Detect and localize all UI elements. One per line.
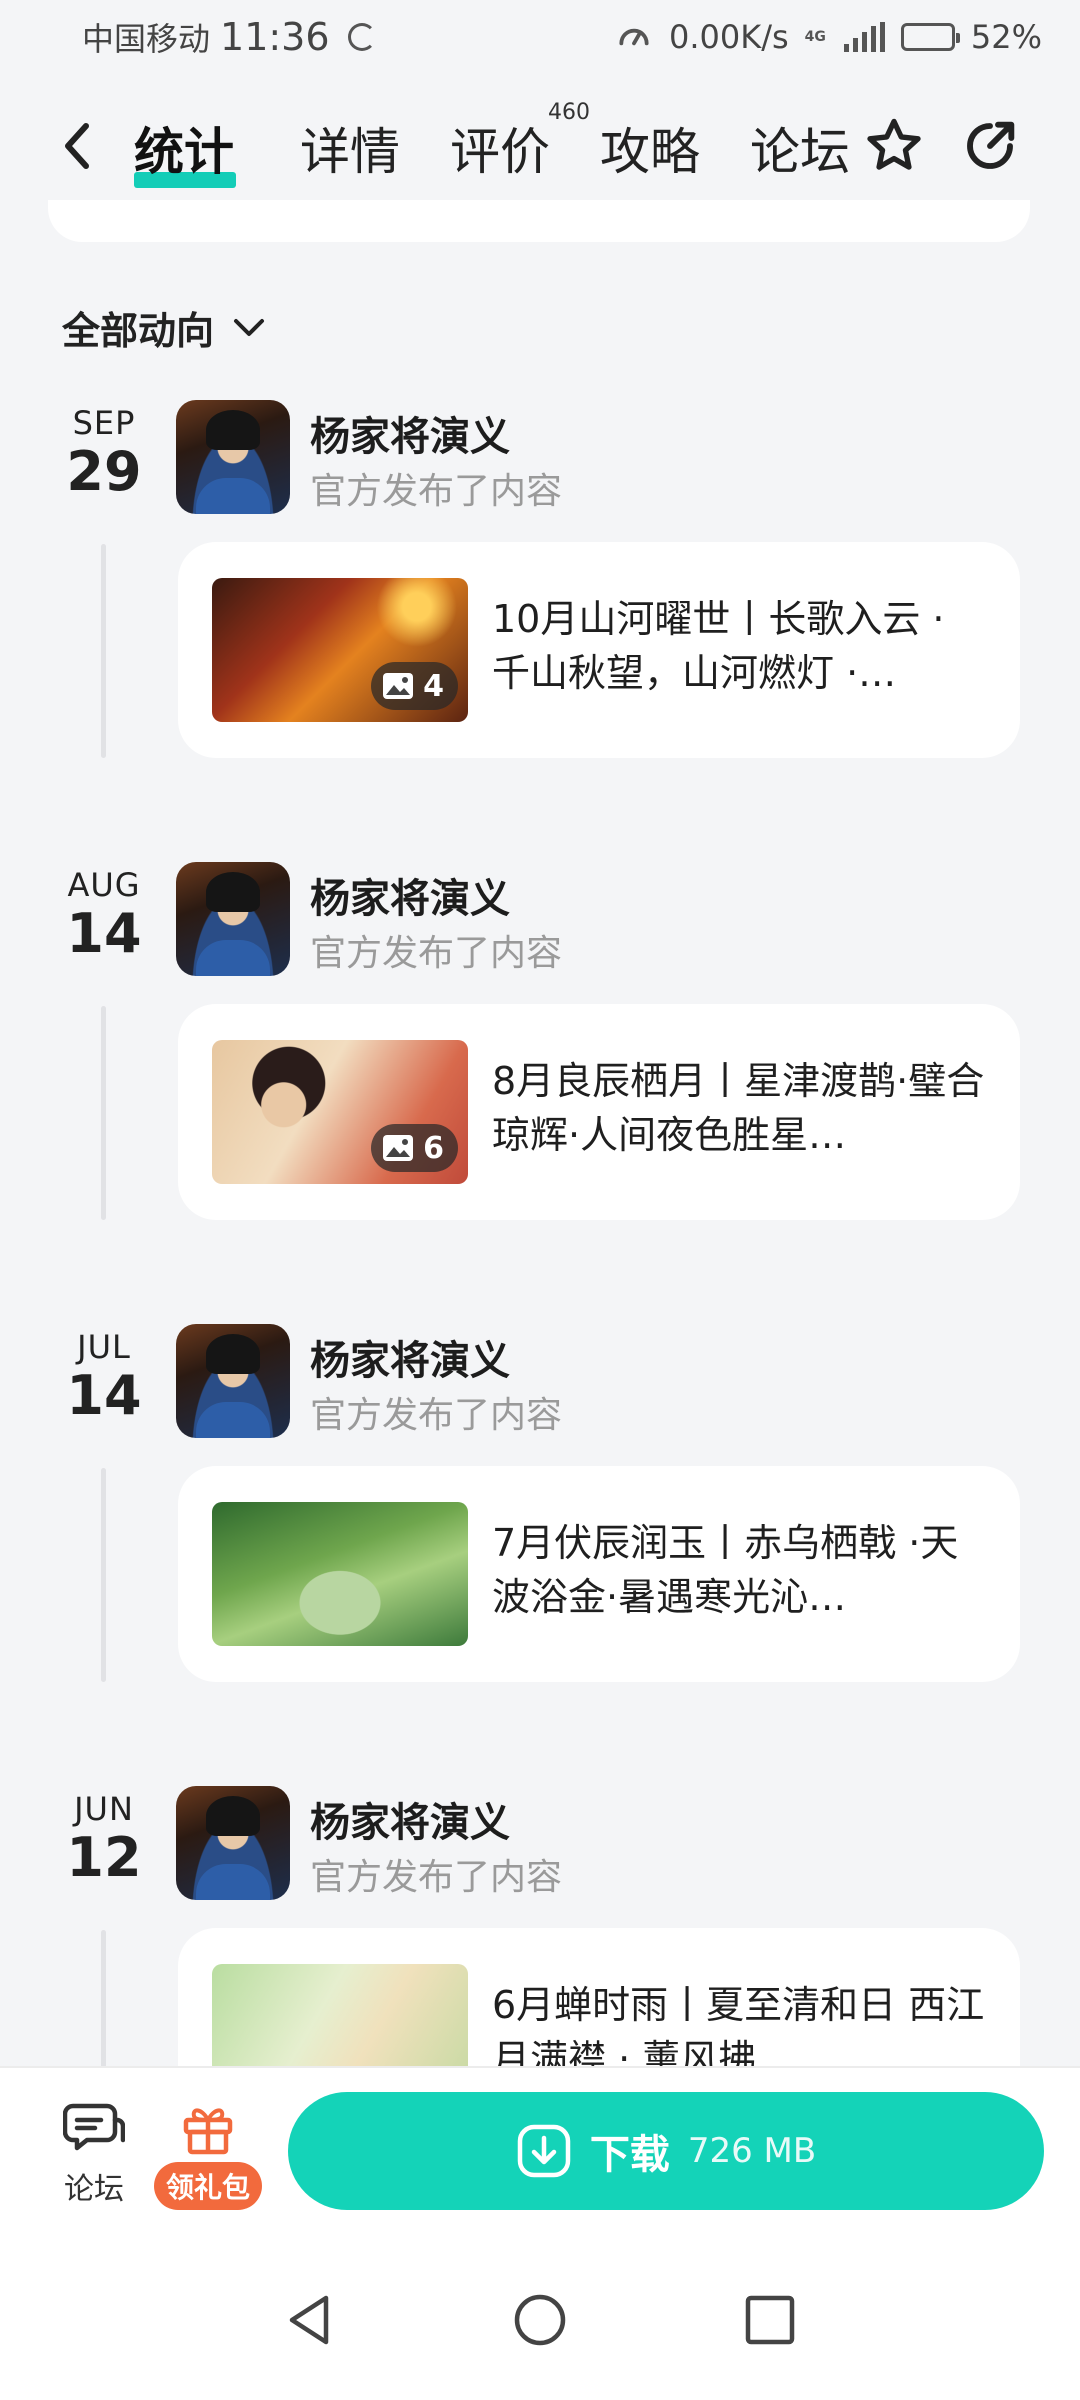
- tab-guides[interactable]: 攻略: [600, 112, 700, 184]
- top-nav: 统计 详情 评价 460 攻略 论坛: [0, 90, 1080, 200]
- post-thumbnail: 4: [212, 578, 468, 722]
- timeline-entry: AUG 14 杨家将演义 官方发布了内容 6 8月良辰栖月丨星津渡鹊·璧合琼辉·…: [0, 862, 1080, 1324]
- post-thumbnail: [212, 1964, 468, 2066]
- system-recents-icon[interactable]: [740, 2290, 800, 2350]
- loading-icon: [347, 23, 376, 51]
- avatar[interactable]: [176, 1786, 290, 1900]
- post-card[interactable]: 7月伏辰润玉丨赤乌栖戟 ·天波浴金·暑遇寒光沁…: [178, 1466, 1020, 1682]
- post-title: 10月山河曜世丨长歌入云 · 千山秋望，山河燃灯 ·…: [492, 597, 945, 695]
- gift-label: 领礼包: [153, 2162, 262, 2210]
- speedometer-icon: [619, 28, 649, 46]
- network-type: 4G: [804, 29, 826, 45]
- entry-day: 12: [66, 1826, 142, 1889]
- carrier-name: 中国移动: [82, 20, 211, 58]
- gift-icon: [183, 2108, 233, 2155]
- timeline-connector: [101, 1930, 106, 2066]
- system-navigation-bar: [0, 2242, 1080, 2400]
- image-count-badge: 6: [371, 1124, 458, 1172]
- author-name[interactable]: 杨家将演义: [310, 1790, 510, 1848]
- tab-label: 统计: [134, 123, 234, 181]
- tab-details[interactable]: 详情: [300, 112, 400, 184]
- image-count: 4: [423, 668, 444, 704]
- review-count-badge: 460: [548, 100, 590, 125]
- avatar[interactable]: [176, 862, 290, 976]
- author-action: 官方发布了内容: [310, 933, 563, 974]
- forum-label: 论坛: [64, 2172, 124, 2207]
- tab-stats[interactable]: 统计: [134, 112, 236, 188]
- filter-label: 全部动向: [62, 309, 215, 353]
- tab-forum[interactable]: 论坛: [750, 112, 850, 184]
- star-icon[interactable]: [862, 114, 926, 178]
- download-button[interactable]: 下载 726 MB: [288, 2092, 1044, 2210]
- timeline-connector: [101, 1468, 106, 1682]
- download-label: 下载: [589, 2132, 670, 2178]
- author-action: 官方发布了内容: [310, 1395, 563, 1436]
- timeline-connector: [101, 1006, 106, 1220]
- activity-filter-dropdown[interactable]: 全部动向: [62, 300, 266, 355]
- image-icon: [383, 1135, 414, 1161]
- author-name[interactable]: 杨家将演义: [310, 404, 510, 462]
- post-card[interactable]: 6月蝉时雨丨夏至清和日 西江月满襟 · 薰风拂…: [178, 1928, 1020, 2066]
- chevron-down-icon: [234, 318, 265, 336]
- entry-day: 14: [66, 1364, 142, 1427]
- avatar[interactable]: [176, 400, 290, 514]
- post-card[interactable]: 4 10月山河曜世丨长歌入云 · 千山秋望，山河燃灯 ·…: [178, 542, 1020, 758]
- battery-level: 52%: [970, 18, 1042, 56]
- author-action: 官方发布了内容: [310, 471, 563, 512]
- status-time: 11:36: [220, 15, 330, 59]
- bottom-action-bar: 论坛 领礼包 下载 726 MB: [0, 2066, 1080, 2242]
- author-name[interactable]: 杨家将演义: [310, 866, 510, 924]
- net-speed: 0.00K/s: [668, 18, 789, 56]
- author-name[interactable]: 杨家将演义: [310, 1328, 510, 1386]
- battery-icon: [900, 23, 960, 51]
- system-home-icon[interactable]: [510, 2290, 570, 2350]
- entry-month: JUL: [77, 1328, 131, 1366]
- entry-day: 29: [66, 440, 142, 503]
- signal-icon: [843, 22, 885, 52]
- entry-month: SEP: [72, 404, 136, 442]
- post-thumbnail: 6: [212, 1040, 468, 1184]
- image-icon: [383, 673, 414, 699]
- tab-label: 论坛: [750, 123, 850, 181]
- download-size: 726 MB: [687, 2131, 817, 2171]
- avatar[interactable]: [176, 1324, 290, 1438]
- system-back-icon[interactable]: [280, 2290, 340, 2350]
- content-scroll-area[interactable]: 全部动向 SEP 29 杨家将演义 官方发布了内容 4 10月山河曜世丨长歌入云…: [0, 200, 1080, 2066]
- timeline-connector: [101, 544, 106, 758]
- gift-pack-button[interactable]: 领礼包: [150, 2100, 266, 2210]
- post-title: 8月良辰栖月丨星津渡鹊·璧合琼辉·人间夜色胜星…: [492, 1059, 985, 1157]
- tab-label: 详情: [300, 123, 400, 181]
- tab-label: 评价: [450, 123, 550, 181]
- post-thumbnail: [212, 1502, 468, 1646]
- entry-day: 14: [66, 902, 142, 965]
- post-card[interactable]: 6 8月良辰栖月丨星津渡鹊·璧合琼辉·人间夜色胜星…: [178, 1004, 1020, 1220]
- back-arrow-icon[interactable]: [62, 122, 92, 170]
- timeline-entry: JUN 12 杨家将演义 官方发布了内容 6月蝉时雨丨夏至清和日 西江月满襟 ·…: [0, 1786, 1080, 2066]
- post-title: 7月伏辰润玉丨赤乌栖戟 ·天波浴金·暑遇寒光沁…: [492, 1521, 959, 1619]
- entry-month: AUG: [67, 866, 141, 904]
- author-action: 官方发布了内容: [310, 1857, 563, 1898]
- tab-reviews[interactable]: 评价 460: [450, 100, 590, 184]
- download-icon: [517, 2124, 571, 2178]
- share-icon[interactable]: [958, 114, 1022, 178]
- forum-button[interactable]: 论坛: [56, 2100, 132, 2208]
- image-count: 6: [423, 1130, 444, 1166]
- image-count-badge: 4: [371, 662, 458, 710]
- previous-card: [48, 200, 1030, 242]
- post-title: 6月蝉时雨丨夏至清和日 西江月满襟 · 薰风拂…: [492, 1983, 985, 2066]
- status-bar: 中国移动 11:36 0.00K/s 4G 52%: [0, 0, 1080, 74]
- tab-label: 攻略: [600, 123, 700, 181]
- timeline-entry: SEP 29 杨家将演义 官方发布了内容 4 10月山河曜世丨长歌入云 · 千山…: [0, 400, 1080, 862]
- entry-month: JUN: [74, 1790, 134, 1828]
- timeline-entry: JUL 14 杨家将演义 官方发布了内容 7月伏辰润玉丨赤乌栖戟 ·天波浴金·暑…: [0, 1324, 1080, 1786]
- chat-bubble-icon: [63, 2103, 125, 2151]
